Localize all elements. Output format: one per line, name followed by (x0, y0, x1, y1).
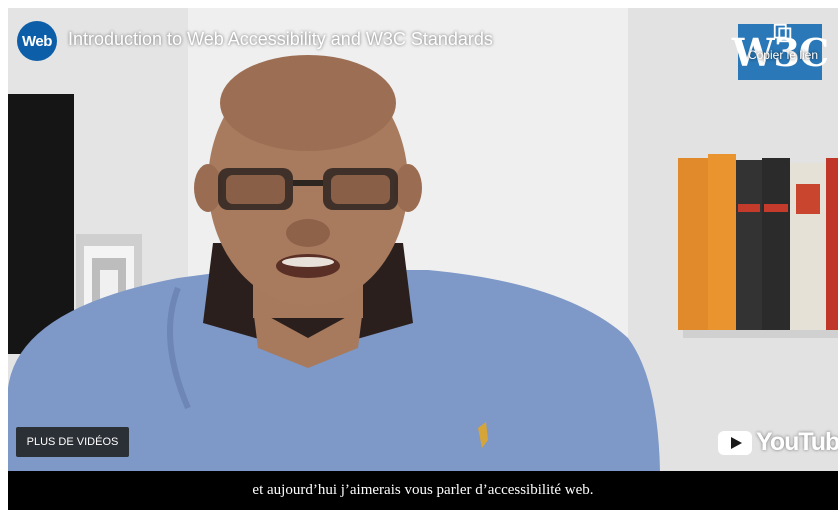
channel-logo[interactable]: Web (17, 21, 57, 61)
copy-link-button[interactable]: Copier le lien (740, 22, 826, 64)
channel-logo-text: Web (22, 32, 52, 50)
copy-icon (773, 23, 792, 43)
more-videos-button[interactable]: PLUS DE VIDÉOS (16, 427, 129, 457)
video-player[interactable]: Web Introduction to Web Accessibility an… (8, 8, 838, 510)
youtube-play-icon (718, 430, 752, 455)
caption-bar: et aujourd’hui j’aimerais vous parler d’… (8, 471, 838, 510)
video-frame[interactable]: Web Introduction to Web Accessibility an… (8, 8, 838, 471)
video-scene-image (8, 8, 838, 471)
youtube-label: YouTube (756, 428, 838, 456)
video-title-link[interactable]: Introduction to Web Accessibility and W3… (68, 29, 493, 50)
caption-text: et aujourd’hui j’aimerais vous parler d’… (252, 482, 594, 498)
youtube-logo-link[interactable]: YouTube (718, 428, 838, 457)
copy-link-label: Copier le lien (747, 48, 819, 62)
